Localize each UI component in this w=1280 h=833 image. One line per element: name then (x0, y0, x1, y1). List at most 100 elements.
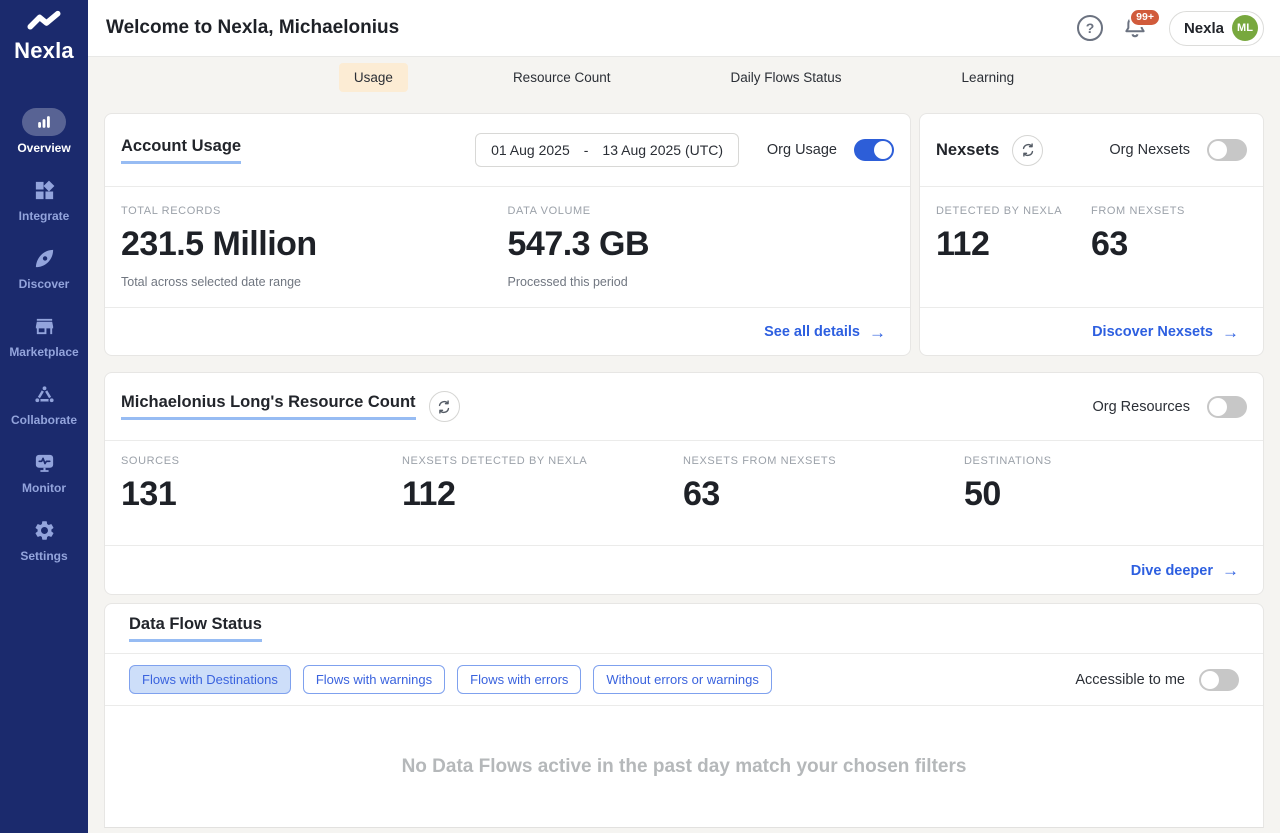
header-actions: ? 99+ Nexla ML (1077, 11, 1264, 46)
date-range-picker[interactable]: 01 Aug 2025 - 13 Aug 2025 (UTC) (475, 133, 739, 167)
sidebar: Nexla Overview Integrate Discover Market… (0, 0, 88, 833)
bar-chart-icon (22, 108, 66, 136)
stat-value: 131 (121, 475, 402, 514)
stat-value: 63 (1091, 225, 1246, 264)
sidebar-item-marketplace[interactable]: Marketplace (0, 312, 88, 359)
sidebar-item-label: Collaborate (11, 413, 77, 427)
discover-nexsets-link[interactable]: Discover Nexsets → (1092, 324, 1239, 341)
toggle-knob (1209, 141, 1227, 159)
compass-icon (22, 244, 66, 272)
stat-value: 50 (964, 475, 1245, 514)
main-content: Account Usage 01 Aug 2025 - 13 Aug 2025 … (88, 97, 1280, 833)
from-nexsets-stat: FROM NEXSETS 63 (1091, 205, 1246, 307)
stat-value: 112 (402, 475, 683, 514)
accessible-to-me-toggle-label: Accessible to me (1075, 672, 1185, 688)
org-switcher[interactable]: Nexla ML (1169, 11, 1264, 46)
data-flow-status-card: Data Flow Status Flows with Destinations… (104, 603, 1264, 828)
avatar: ML (1232, 15, 1258, 41)
toggle-knob (874, 141, 892, 159)
link-text: Discover Nexsets (1092, 324, 1213, 340)
org-usage-toggle-label: Org Usage (767, 142, 837, 158)
sidebar-item-label: Marketplace (9, 345, 78, 359)
arrow-right-icon: → (1222, 562, 1239, 579)
stat-value: 112 (936, 225, 1091, 264)
nexla-logo[interactable]: Nexla (14, 8, 74, 64)
stat-value: 231.5 Million (121, 225, 508, 264)
stat-label: DESTINATIONS (964, 455, 1245, 467)
org-nexsets-toggle[interactable] (1207, 139, 1247, 161)
share-nodes-icon (22, 380, 66, 408)
filter-flows-with-warnings[interactable]: Flows with warnings (303, 665, 445, 694)
gear-icon (22, 516, 66, 544)
sidebar-item-label: Integrate (19, 209, 70, 223)
sidebar-item-integrate[interactable]: Integrate (0, 176, 88, 223)
stat-caption: Total across selected date range (121, 275, 508, 289)
page-title: Welcome to Nexla, Michaelonius (106, 17, 399, 39)
org-nexsets-toggle-label: Org Nexsets (1109, 142, 1190, 158)
date-range-start: 01 Aug 2025 (491, 142, 570, 158)
arrow-right-icon: → (1222, 324, 1239, 341)
sidebar-item-monitor[interactable]: Monitor (0, 448, 88, 495)
monitor-pulse-icon (22, 448, 66, 476)
resource-count-card: Michaelonius Long's Resource Count Org R… (104, 372, 1264, 595)
see-all-details-link[interactable]: See all details → (764, 324, 886, 341)
nexsets-from-nexsets-stat: NEXSETS FROM NEXSETS 63 (683, 455, 964, 545)
stat-label: TOTAL RECORDS (121, 205, 508, 217)
resource-count-title: Michaelonius Long's Resource Count (121, 393, 416, 420)
filter-without-errors-or-warnings[interactable]: Without errors or warnings (593, 665, 771, 694)
sidebar-item-label: Overview (17, 141, 70, 155)
sources-stat: SOURCES 131 (121, 455, 402, 545)
nexsets-card: Nexsets Org Nexsets DETECTED BY NEXLA 11… (919, 113, 1264, 356)
notification-count-badge: 99+ (1129, 8, 1161, 27)
stat-label: DATA VOLUME (508, 205, 895, 217)
account-usage-title: Account Usage (121, 137, 241, 164)
stat-value: 547.3 GB (508, 225, 895, 264)
link-text: Dive deeper (1131, 563, 1213, 579)
account-usage-card: Account Usage 01 Aug 2025 - 13 Aug 2025 … (104, 113, 911, 356)
help-icon[interactable]: ? (1077, 15, 1103, 41)
stat-value: 63 (683, 475, 964, 514)
toggle-knob (1201, 671, 1219, 689)
date-range-separator: - (584, 142, 589, 158)
tab-usage[interactable]: Usage (339, 63, 408, 92)
org-name: Nexla (1184, 20, 1224, 37)
org-usage-toggle[interactable] (854, 139, 894, 161)
stat-label: NEXSETS FROM NEXSETS (683, 455, 964, 467)
stat-caption: Processed this period (508, 275, 895, 289)
nexla-wave-icon (25, 8, 63, 38)
notifications-button[interactable]: 99+ (1121, 12, 1151, 44)
filter-flows-with-errors[interactable]: Flows with errors (457, 665, 581, 694)
top-header: Welcome to Nexla, Michaelonius ? 99+ Nex… (88, 0, 1280, 57)
sidebar-item-overview[interactable]: Overview (0, 108, 88, 155)
refresh-icon[interactable] (1012, 135, 1043, 166)
tab-learning[interactable]: Learning (947, 63, 1030, 92)
sidebar-item-collaborate[interactable]: Collaborate (0, 380, 88, 427)
detected-by-nexla-stat: DETECTED BY NEXLA 112 (936, 205, 1091, 307)
nexsets-detected-stat: NEXSETS DETECTED BY NEXLA 112 (402, 455, 683, 545)
tab-daily-flows-status[interactable]: Daily Flows Status (716, 63, 857, 92)
sidebar-item-label: Discover (19, 277, 70, 291)
accessible-to-me-toggle[interactable] (1199, 669, 1239, 691)
org-resources-toggle-label: Org Resources (1092, 399, 1190, 415)
stat-label: NEXSETS DETECTED BY NEXLA (402, 455, 683, 467)
arrow-right-icon: → (869, 324, 886, 341)
storefront-icon (22, 312, 66, 340)
widgets-icon (22, 176, 66, 204)
sidebar-item-label: Settings (20, 549, 67, 563)
org-resources-toggle[interactable] (1207, 396, 1247, 418)
nexla-logo-text: Nexla (14, 38, 74, 64)
stat-label: DETECTED BY NEXLA (936, 205, 1091, 217)
destinations-stat: DESTINATIONS 50 (964, 455, 1245, 545)
sidebar-item-label: Monitor (22, 481, 66, 495)
filter-flows-with-destinations[interactable]: Flows with Destinations (129, 665, 291, 694)
dive-deeper-link[interactable]: Dive deeper → (1131, 562, 1239, 579)
stat-label: FROM NEXSETS (1091, 205, 1246, 217)
data-flow-status-title: Data Flow Status (129, 615, 262, 642)
total-records-stat: TOTAL RECORDS 231.5 Million Total across… (121, 205, 508, 307)
sidebar-item-discover[interactable]: Discover (0, 244, 88, 291)
data-volume-stat: DATA VOLUME 547.3 GB Processed this peri… (508, 205, 895, 307)
tab-resource-count[interactable]: Resource Count (498, 63, 626, 92)
sidebar-item-settings[interactable]: Settings (0, 516, 88, 563)
nexsets-title: Nexsets (936, 141, 999, 160)
refresh-icon[interactable] (429, 391, 460, 422)
